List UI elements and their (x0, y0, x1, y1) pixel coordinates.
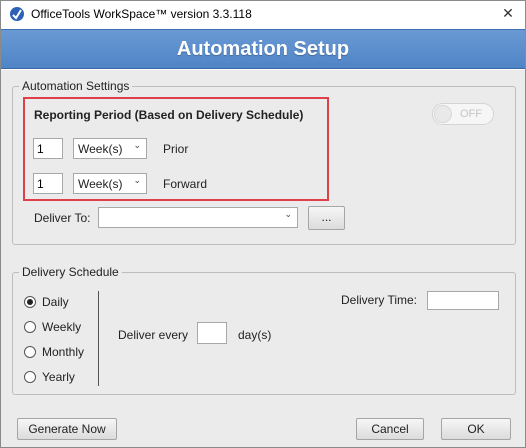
prior-unit-value: Week(s) (78, 142, 123, 156)
radio-label: Monthly (42, 345, 85, 359)
ok-button[interactable]: OK (441, 418, 511, 440)
radio-weekly[interactable]: Weekly (24, 320, 81, 334)
toggle-knob (434, 105, 452, 123)
delivery-schedule-legend: Delivery Schedule (22, 265, 119, 279)
radio-button[interactable] (24, 371, 36, 383)
radio-button[interactable] (24, 296, 36, 308)
reporting-period-label: Reporting Period (Based on Delivery Sche… (34, 108, 304, 122)
prior-unit-select[interactable]: Week(s) ⌄ (73, 138, 147, 159)
prior-count-input[interactable] (33, 138, 63, 159)
close-icon[interactable]: ✕ (495, 3, 521, 25)
deliver-to-select[interactable]: ⌄ (98, 207, 298, 228)
chevron-down-icon: ⌄ (133, 141, 141, 151)
dialog-window: OfficeTools WorkSpace™ version 3.3.118 ✕… (0, 0, 526, 448)
dialog-content: Automation Settings Reporting Period (Ba… (1, 70, 525, 447)
radio-button[interactable] (24, 321, 36, 333)
radio-daily[interactable]: Daily (24, 295, 69, 309)
radio-label: Yearly (42, 370, 75, 384)
automation-toggle[interactable]: OFF (432, 103, 494, 125)
deliver-every-input[interactable] (197, 322, 227, 344)
forward-unit-select[interactable]: Week(s) ⌄ (73, 173, 147, 194)
schedule-divider (98, 291, 99, 386)
forward-count-input[interactable] (33, 173, 63, 194)
toggle-label: OFF (460, 108, 482, 120)
title-bar[interactable]: OfficeTools WorkSpace™ version 3.3.118 ✕ (1, 1, 525, 27)
radio-label: Weekly (42, 320, 82, 334)
page-header: Automation Setup (1, 29, 525, 69)
days-label: day(s) (238, 328, 272, 342)
deliver-to-label: Deliver To: (34, 211, 91, 225)
deliver-every-label: Deliver every (118, 328, 189, 342)
page-title: Automation Setup (176, 37, 350, 60)
delivery-time-label: Delivery Time: (341, 293, 418, 307)
delivery-time-input[interactable] (427, 291, 499, 310)
generate-now-button[interactable]: Generate Now (17, 418, 117, 440)
prior-label: Prior (163, 142, 189, 156)
radio-label: Daily (42, 295, 69, 309)
browse-button[interactable]: ... (308, 206, 345, 230)
officetools-logo-icon (9, 6, 25, 22)
cancel-button[interactable]: Cancel (356, 418, 424, 440)
chevron-down-icon: ⌄ (284, 210, 292, 220)
forward-label: Forward (163, 177, 208, 191)
radio-button[interactable] (24, 346, 36, 358)
automation-settings-legend: Automation Settings (22, 79, 130, 93)
chevron-down-icon: ⌄ (133, 176, 141, 186)
radio-monthly[interactable]: Monthly (24, 345, 84, 359)
forward-unit-value: Week(s) (78, 177, 123, 191)
window-title: OfficeTools WorkSpace™ version 3.3.118 (31, 7, 252, 21)
radio-yearly[interactable]: Yearly (24, 370, 75, 384)
